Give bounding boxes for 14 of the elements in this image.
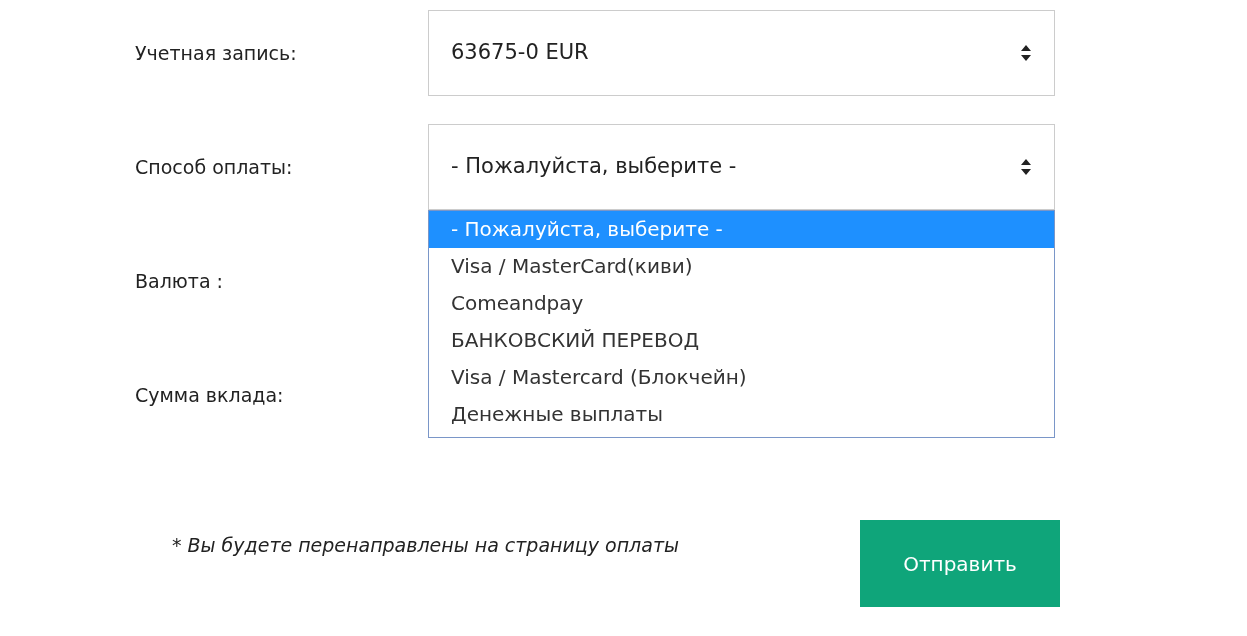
select-arrows-icon (1020, 44, 1032, 62)
redirect-note: * Вы будете перенаправлены на страницу оплаты (172, 533, 680, 558)
dropdown-option[interactable]: БАНКОВСКИЙ ПЕРЕВОД (429, 322, 1054, 359)
dropdown-option[interactable]: Comeandpay (429, 285, 1054, 322)
select-field[interactable]: - Пожалуйста, выберите - (428, 124, 1055, 210)
dropdown-option[interactable]: Денежные выплаты (429, 396, 1054, 433)
field-label: Сумма вклада: (135, 382, 284, 408)
dropdown-option[interactable]: Visa / MasterCard(киви) (429, 248, 1054, 285)
field-label: Способ оплаты: (135, 154, 293, 180)
field-label: Учетная запись: (135, 40, 297, 66)
select-arrows-icon (1020, 158, 1032, 176)
field-label: Валюта : (135, 268, 223, 294)
dropdown-option[interactable]: Visa / Mastercard (Блокчейн) (429, 359, 1054, 396)
select-field[interactable]: 63675-0 EUR (428, 10, 1055, 96)
